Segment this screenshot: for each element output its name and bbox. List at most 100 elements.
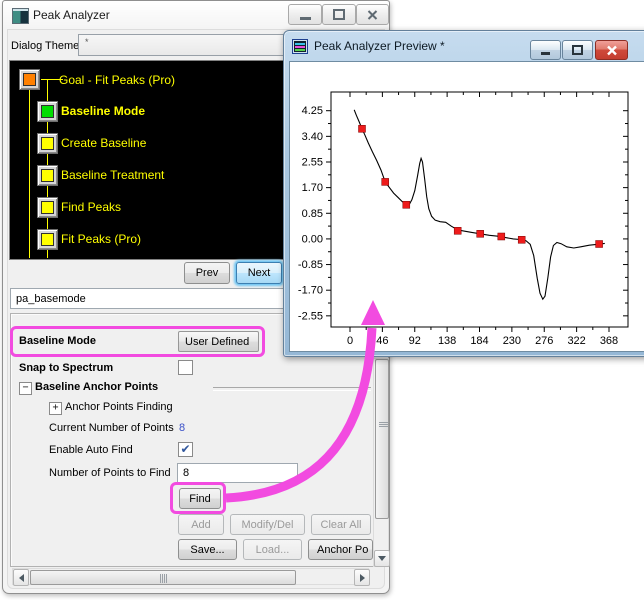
baseline-mode-label: Baseline Mode xyxy=(19,335,96,347)
baseline-mode-dropdown[interactable]: User Defined xyxy=(178,331,259,352)
expand-icon[interactable]: + xyxy=(49,402,62,415)
tree-node-baseline-treatment[interactable] xyxy=(37,165,58,186)
y-tick-label: 3.40 xyxy=(302,131,323,143)
minimize-button[interactable] xyxy=(288,4,322,25)
number-of-points-to-find-input[interactable]: 8 xyxy=(177,463,298,483)
modify-del-button[interactable]: Modify/Del xyxy=(230,514,305,535)
tree-label-baseline-treatment[interactable]: Baseline Treatment xyxy=(61,168,164,182)
minimize-icon xyxy=(541,52,550,55)
tree-node-goal[interactable] xyxy=(19,69,40,90)
arrow-left-icon xyxy=(19,574,24,582)
next-button[interactable]: Next xyxy=(236,262,282,284)
preview-minimize-button[interactable] xyxy=(530,40,561,60)
screen: Peak Analyzer Dialog Theme * Goal - Fit … xyxy=(0,0,644,600)
prev-button[interactable]: Prev xyxy=(184,262,230,284)
plot-frame xyxy=(331,92,628,327)
dialog-titlebar[interactable]: Peak Analyzer xyxy=(3,1,389,29)
y-tick-label: 1.70 xyxy=(302,182,323,194)
scroll-right-button[interactable] xyxy=(354,569,370,586)
anchor-point xyxy=(518,236,525,243)
snap-to-spectrum-checkbox[interactable] xyxy=(178,360,193,375)
preview-plot-area: 046921381842302763223684.253.402.551.700… xyxy=(289,61,644,352)
preview-close-button[interactable] xyxy=(595,40,628,60)
anchor-point xyxy=(382,178,389,185)
tree-node-create-baseline[interactable] xyxy=(37,133,58,154)
tree-label-goal[interactable]: Goal - Fit Peaks (Pro) xyxy=(59,73,175,87)
y-tick-label: 0.85 xyxy=(302,208,323,220)
dialog-theme-label: Dialog Theme xyxy=(11,40,79,52)
peak-analyzer-preview-window: Peak Analyzer Preview * 0469213818423027… xyxy=(283,30,644,357)
x-tick-label: 276 xyxy=(535,335,553,347)
anchor-point xyxy=(498,233,505,240)
minimize-icon xyxy=(300,17,311,20)
horizontal-scrollbar[interactable] xyxy=(12,568,369,585)
tree-node-baseline-mode[interactable] xyxy=(37,101,58,122)
arrow-right-icon xyxy=(360,574,365,582)
close-icon xyxy=(367,10,378,20)
restore-icon xyxy=(572,45,583,55)
preview-restore-button[interactable] xyxy=(562,40,593,60)
x-tick-label: 184 xyxy=(470,335,488,347)
save-button[interactable]: Save... xyxy=(178,539,237,560)
scrollbar-grip xyxy=(379,422,388,428)
x-tick-label: 368 xyxy=(600,335,618,347)
scrollbar-grip xyxy=(160,574,168,583)
anchor-points-button[interactable]: Anchor Po xyxy=(308,539,373,560)
vertical-scrollbar-thumb[interactable] xyxy=(375,359,389,519)
snap-to-spectrum-label: Snap to Spectrum xyxy=(19,362,113,374)
tree-label-baseline-mode[interactable]: Baseline Mode xyxy=(61,104,145,118)
scroll-left-button[interactable] xyxy=(13,569,29,586)
anchor-point xyxy=(454,227,461,234)
tree-label-fit-peaks[interactable]: Fit Peaks (Pro) xyxy=(61,232,141,246)
x-tick-label: 92 xyxy=(409,335,421,347)
x-tick-label: 322 xyxy=(567,335,585,347)
group-separator xyxy=(213,387,371,391)
load-button[interactable]: Load... xyxy=(243,539,302,560)
checkmark: ✔ xyxy=(180,443,190,456)
tree-label-find-peaks[interactable]: Find Peaks xyxy=(61,200,121,214)
preview-window-icon xyxy=(292,39,308,54)
anchor-point xyxy=(359,125,366,132)
current-number-of-points-value: 8 xyxy=(179,422,185,434)
y-tick-label: -1.70 xyxy=(298,285,323,297)
vertical-scrollbar[interactable] xyxy=(373,358,389,567)
tree-label-create-baseline[interactable]: Create Baseline xyxy=(61,136,146,150)
step-status-icon xyxy=(41,105,54,118)
plot-curve xyxy=(354,110,605,299)
collapse-icon[interactable]: − xyxy=(19,382,32,395)
x-tick-label: 0 xyxy=(347,335,353,347)
current-number-of-points-label: Current Number of Points xyxy=(49,422,174,434)
baseline-anchor-points-label: Baseline Anchor Points xyxy=(35,381,158,393)
step-status-icon xyxy=(41,169,54,182)
tree-connector-line xyxy=(29,90,30,258)
y-tick-label: 2.55 xyxy=(302,156,323,168)
enable-auto-find-label: Enable Auto Find xyxy=(49,444,133,456)
scroll-down-button[interactable] xyxy=(374,550,390,567)
y-tick-label: -0.85 xyxy=(298,259,323,271)
restore-button[interactable] xyxy=(322,4,356,25)
goal-status-icon xyxy=(23,73,36,86)
y-tick-label: 4.25 xyxy=(302,105,323,117)
find-button[interactable]: Find xyxy=(179,488,221,509)
restore-icon xyxy=(333,9,345,20)
clear-all-button[interactable]: Clear All xyxy=(311,514,371,535)
preview-plot: 046921381842302763223684.253.402.551.700… xyxy=(290,62,644,351)
step-status-icon xyxy=(41,201,54,214)
x-tick-label: 230 xyxy=(503,335,521,347)
step-status-icon xyxy=(41,233,54,246)
anchor-points-finding-label[interactable]: Anchor Points Finding xyxy=(65,401,173,413)
enable-auto-find-checkbox[interactable]: ✔ xyxy=(178,442,193,457)
add-button[interactable]: Add xyxy=(178,514,224,535)
tree-node-fit-peaks[interactable] xyxy=(37,229,58,250)
app-icon xyxy=(12,8,29,24)
preview-window-title: Peak Analyzer Preview * xyxy=(314,31,445,61)
y-tick-label: 0.00 xyxy=(302,233,323,245)
arrow-down-icon xyxy=(378,556,386,561)
close-button[interactable] xyxy=(356,4,389,25)
step-status-icon xyxy=(41,137,54,150)
anchor-point xyxy=(596,241,603,248)
x-tick-label: 138 xyxy=(438,335,456,347)
horizontal-scrollbar-thumb[interactable] xyxy=(30,570,296,585)
anchor-point xyxy=(477,230,484,237)
tree-node-find-peaks[interactable] xyxy=(37,197,58,218)
